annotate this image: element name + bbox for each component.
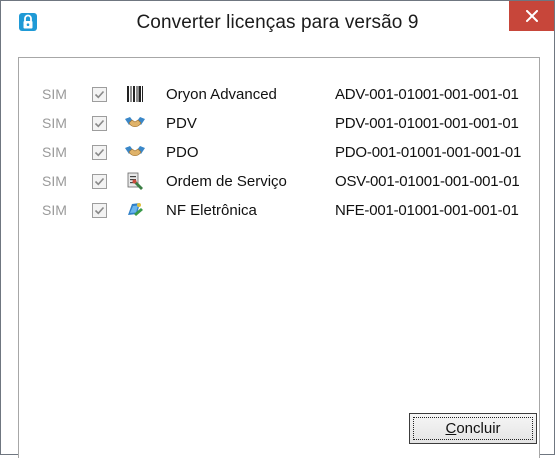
- conclude-button-focus: Concluir: [413, 417, 533, 440]
- license-code: PDV-001-01001-001-001-01: [335, 115, 519, 132]
- status-text: SIM: [42, 202, 67, 218]
- barcode-icon: [127, 86, 143, 102]
- license-row: SIM Oryon Advanced ADV-001-01001-001-001…: [19, 80, 537, 109]
- status-text: SIM: [42, 173, 67, 189]
- product-name: PDO: [166, 144, 199, 161]
- nfe-icon: [128, 203, 143, 216]
- license-list-panel: SIM Oryon Advanced ADV-001-01001-001-001…: [18, 57, 540, 458]
- license-row: SIM NF Eletrônica NFE-001-01001-001-001-…: [19, 196, 537, 225]
- product-name: PDV: [166, 115, 197, 132]
- license-checkbox[interactable]: [92, 145, 107, 160]
- product-name: Ordem de Serviço: [166, 173, 287, 190]
- status-text: SIM: [42, 86, 67, 102]
- pdv-handshake-icon: [125, 117, 145, 128]
- conclude-button[interactable]: Concluir: [409, 413, 537, 444]
- conclude-button-label: Concluir: [445, 420, 501, 437]
- license-checkbox[interactable]: [92, 87, 107, 102]
- license-row: SIM PDV PDV-001-01001-001-001-01: [19, 109, 537, 138]
- service-order-icon: [127, 172, 143, 190]
- license-checkbox[interactable]: [92, 174, 107, 189]
- close-button[interactable]: [509, 1, 554, 31]
- license-code: ADV-001-01001-001-001-01: [335, 86, 519, 103]
- dialog-window: Converter licenças para versão 9 SIM Ory…: [0, 0, 555, 458]
- pdo-handshake-icon: [125, 146, 145, 157]
- license-checkbox[interactable]: [92, 203, 107, 218]
- license-row: SIM PDO PDO-001-01001-001-001-01: [19, 138, 537, 167]
- license-checkbox[interactable]: [92, 116, 107, 131]
- title-bar[interactable]: Converter licenças para versão 9: [1, 1, 554, 42]
- close-icon: [525, 10, 538, 22]
- license-row: SIM Ordem de Serviço OSV-001-01001-001-0…: [19, 167, 537, 196]
- status-text: SIM: [42, 115, 67, 131]
- status-text: SIM: [42, 144, 67, 160]
- product-name: NF Eletrônica: [166, 202, 257, 219]
- window-title: Converter licenças para versão 9: [136, 12, 419, 33]
- product-name: Oryon Advanced: [166, 86, 277, 103]
- license-code: NFE-001-01001-001-001-01: [335, 202, 519, 219]
- license-code: OSV-001-01001-001-001-01: [335, 173, 520, 190]
- license-code: PDO-001-01001-001-001-01: [335, 144, 522, 161]
